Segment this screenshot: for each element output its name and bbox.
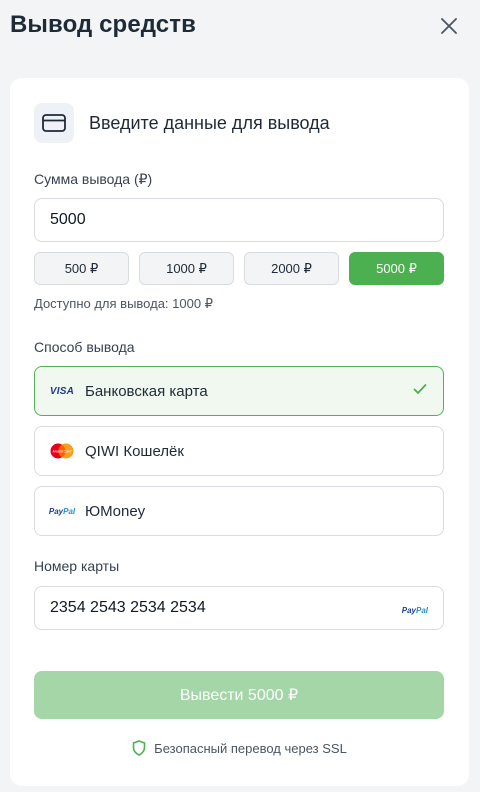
intro-text: Введите данные для вывода (89, 113, 330, 133)
method-label: Способ вывода (34, 339, 135, 355)
method-option-qiwi[interactable]: MasterCard QIWI Кошелёк (34, 426, 444, 476)
page-title: Вывод средств (10, 11, 196, 38)
credit-card-icon (34, 103, 74, 143)
method-option-label: Банковская карта (85, 382, 208, 400)
withdraw-submit-button[interactable]: Вывести 5000 ₽ (34, 671, 444, 719)
paypal-logo: PayPal (401, 606, 428, 615)
card-number-input[interactable]: 2354 2543 2534 2534 PayPal (34, 586, 444, 630)
method-option-bank-card[interactable]: VISA Банковская карта (34, 366, 444, 416)
amount-label: Сумма вывода (₽) (34, 171, 153, 187)
header: Вывод средств (0, 0, 480, 52)
svg-text:MasterCard: MasterCard (53, 449, 73, 453)
close-icon (441, 18, 457, 34)
amount-preset-2000-button[interactable]: 2000 ₽ (244, 252, 339, 285)
amount-preset-label: 2000 ₽ (271, 260, 312, 276)
amount-input-value: 5000 (50, 211, 86, 228)
amount-input[interactable]: 5000 (34, 198, 444, 242)
paypal-logo: PayPal (48, 506, 76, 516)
card-number-label: Номер карты (34, 558, 120, 574)
amount-preset-500-button[interactable]: 500 ₽ (34, 252, 129, 285)
amount-preset-label: 500 ₽ (64, 260, 99, 276)
mastercard-logo: MasterCard (49, 443, 75, 459)
method-option-label: ЮMoney (85, 502, 146, 520)
visa-logo: VISA (49, 385, 75, 397)
method-option-label: QIWI Кошелёк (85, 442, 184, 460)
card-number-value: 2354 2543 2534 2534 (50, 599, 206, 616)
available-balance-text: Доступно для вывода: 1000 ₽ (34, 296, 213, 311)
check-icon (413, 384, 427, 394)
amount-preset-1000-button[interactable]: 1000 ₽ (139, 252, 234, 285)
ssl-notice: Безопасный перевод через SSL (10, 740, 469, 756)
withdraw-card: Введите данные для вывода Сумма вывода (… (10, 78, 469, 786)
close-button[interactable] (436, 13, 462, 39)
amount-preset-label: 1000 ₽ (166, 260, 207, 276)
ssl-notice-text: Безопасный перевод через SSL (154, 740, 347, 756)
method-option-yumoney[interactable]: PayPal ЮMoney (34, 486, 444, 536)
shield-icon (132, 740, 146, 756)
submit-label: Вывести 5000 ₽ (179, 687, 299, 704)
amount-preset-label: 5000 ₽ (376, 260, 417, 276)
amount-preset-5000-button[interactable]: 5000 ₽ (349, 252, 444, 285)
